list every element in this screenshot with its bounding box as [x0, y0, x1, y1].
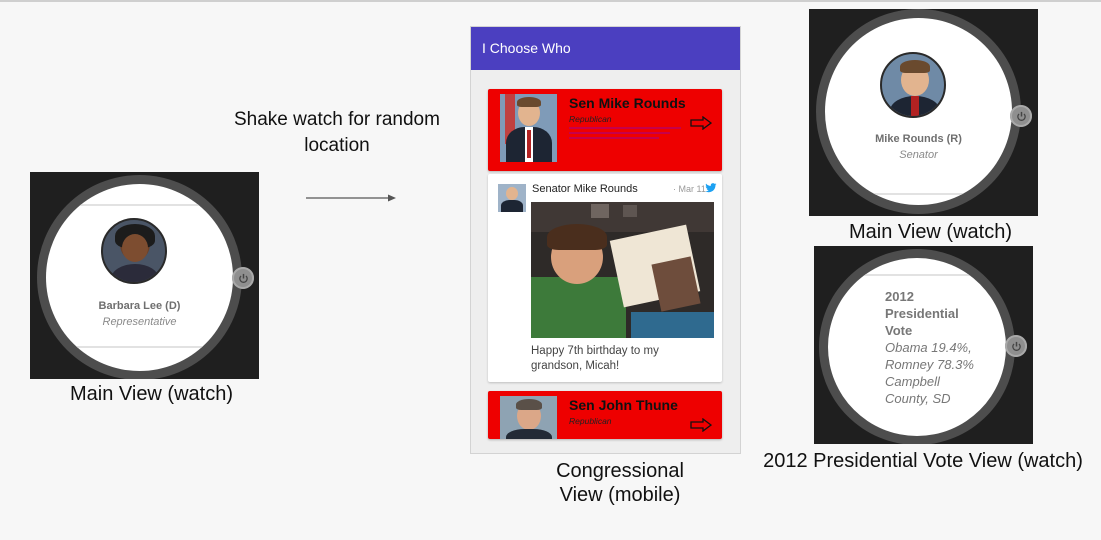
tweet-date: · Mar 11 — [673, 184, 706, 194]
rep-card-john-thune[interactable]: Sen John Thune Republican — [488, 391, 722, 439]
vote-result-line1: Obama 19.4%, — [885, 340, 972, 355]
twitter-bird-icon — [705, 183, 717, 193]
vote-title-line1: 2012 — [885, 289, 914, 304]
watch-face: 2012 Presidential Vote Obama 19.4%, Romn… — [828, 258, 1006, 436]
watch-main-view-left: Barbara Lee (D) Representative — [30, 172, 259, 379]
caption-left-watch: Main View (watch) — [69, 383, 234, 405]
power-icon — [238, 273, 248, 283]
tweet-text: Happy 7th birthday to my grandson, Micah… — [531, 345, 659, 372]
rep-name: Sen Mike Rounds — [569, 95, 686, 111]
vote-title-line3: Vote — [885, 323, 913, 338]
face-divider-top — [828, 274, 1006, 276]
watch-presidential-vote-view: 2012 Presidential Vote Obama 19.4%, Romn… — [814, 246, 1033, 444]
rep-party: Republican — [569, 114, 612, 124]
shake-tip-line2: location — [304, 135, 370, 156]
watch-rep-role: Senator — [899, 149, 938, 161]
face-divider-bottom — [46, 346, 233, 348]
arrow-right-icon[interactable] — [690, 116, 712, 130]
watch-rep-role: Representative — [102, 316, 177, 328]
power-icon — [1011, 341, 1021, 351]
tweet-author-avatar — [498, 184, 526, 212]
rep-name: Sen John Thune — [569, 397, 678, 413]
vote-location-line2: County, SD — [885, 391, 951, 406]
vote-title-line2: Presidential — [885, 306, 959, 321]
tweet-photo[interactable] — [531, 202, 714, 338]
watch-main-view-right: Mike Rounds (R) Senator — [809, 9, 1038, 216]
rep-photo-john-thune — [500, 396, 557, 439]
mobile-screen: I Choose Who Sen Mike Rounds Republican … — [470, 26, 741, 454]
watch-face: Mike Rounds (R) Senator — [825, 18, 1012, 205]
caption-mobile-line1: Congressional — [556, 460, 684, 482]
watch-rep-name: Barbara Lee (D) — [98, 300, 181, 312]
power-button[interactable] — [1005, 335, 1027, 357]
face-divider-bottom — [825, 193, 1012, 195]
shake-tip: Shake watch for random location — [234, 107, 440, 159]
tweet-author: Senator Mike Rounds — [532, 183, 638, 195]
vote-title: 2012 Presidential Vote Obama 19.4%, Romn… — [885, 288, 974, 407]
rep-party: Republican — [569, 416, 612, 426]
face-divider-top — [46, 204, 233, 206]
rep-contact-links[interactable] — [569, 127, 681, 142]
avatar-mike-rounds — [880, 52, 946, 118]
power-button[interactable] — [232, 267, 254, 289]
vote-location-line1: Campbell — [885, 374, 940, 389]
power-icon — [1016, 111, 1026, 121]
watch-rep-name: Mike Rounds (R) — [875, 133, 962, 145]
vote-result-line2: Romney 78.3% — [885, 357, 974, 372]
rep-card-mike-rounds[interactable]: Sen Mike Rounds Republican — [488, 89, 722, 171]
caption-top-right-watch: Main View (watch) — [848, 221, 1013, 243]
app-bar-title: I Choose Who — [471, 27, 740, 70]
arrow-right-icon[interactable] — [690, 418, 712, 432]
tweet-card[interactable]: Senator Mike Rounds · Mar 11 Happy 7th b… — [488, 174, 722, 382]
watch-face: Barbara Lee (D) Representative — [46, 184, 233, 371]
rep-photo-mike-rounds — [500, 94, 557, 162]
avatar-barbara-lee — [101, 218, 167, 284]
caption-mobile-line2: View (mobile) — [559, 484, 681, 506]
top-divider — [0, 0, 1101, 2]
shake-tip-line1: Shake watch for random — [234, 109, 440, 130]
flow-arrow — [306, 194, 396, 202]
power-button[interactable] — [1010, 105, 1032, 127]
caption-mobile: Congressional View (mobile) — [520, 459, 720, 507]
caption-vote-watch: 2012 Presidential Vote View (watch) — [763, 450, 1083, 472]
